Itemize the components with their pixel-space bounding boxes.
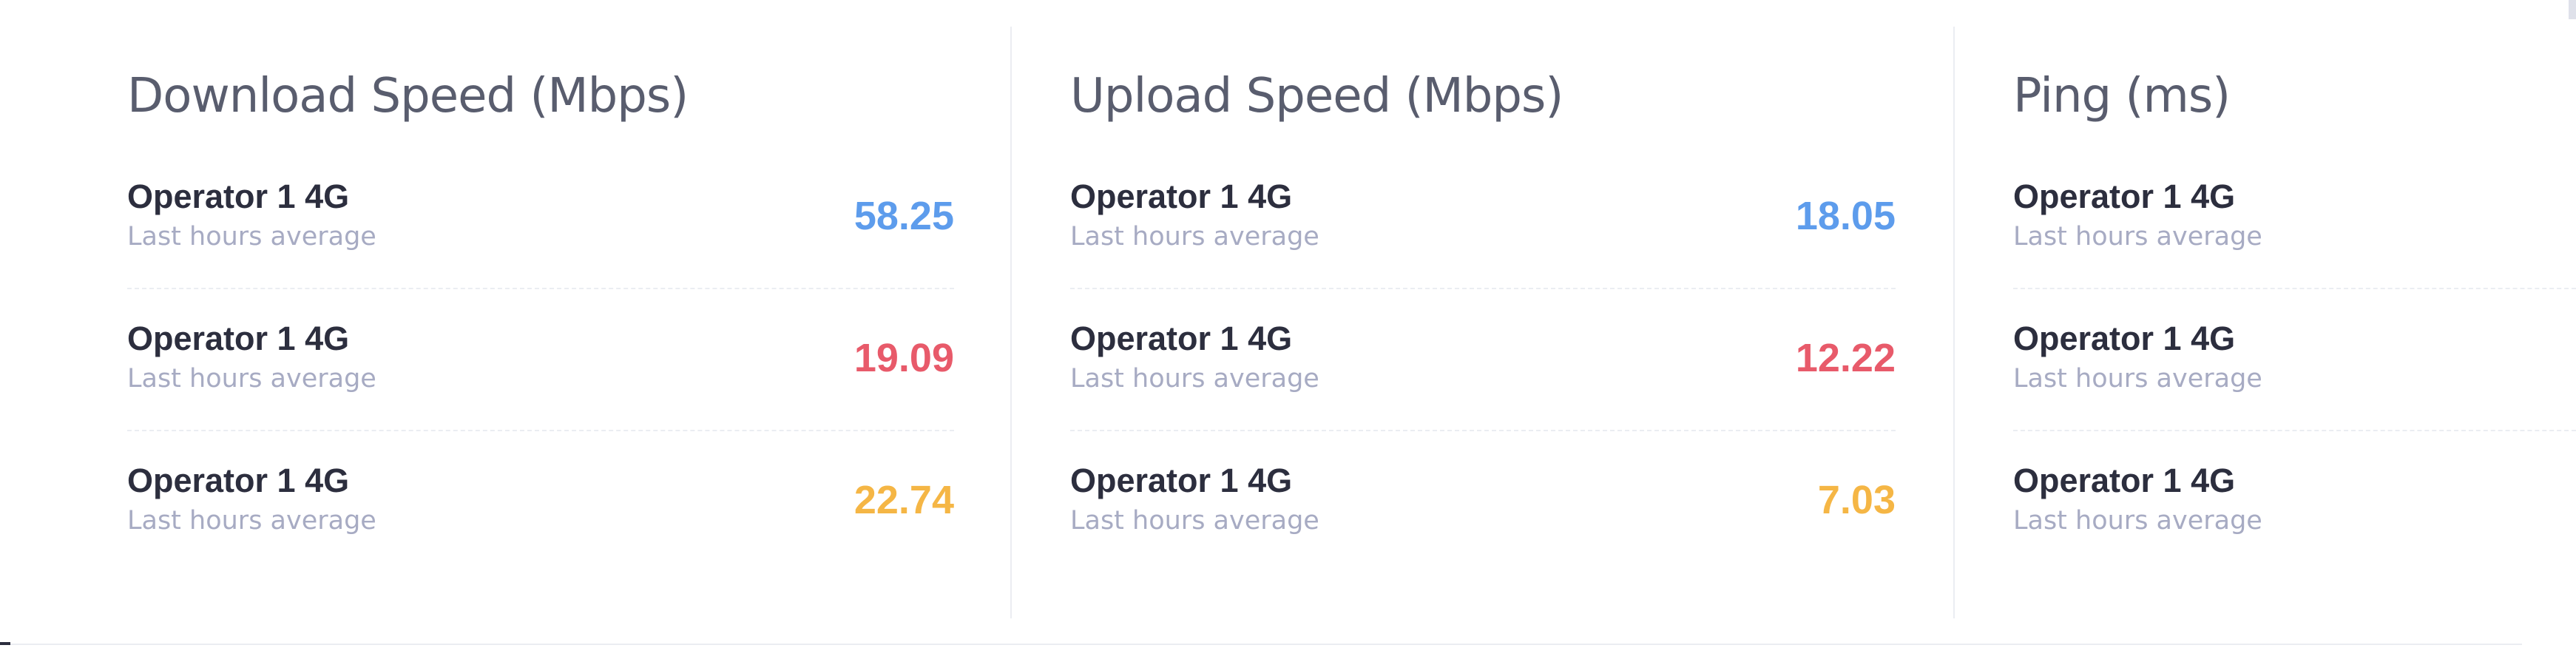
operator-name: Operator 1 4G bbox=[1070, 320, 1293, 357]
operator-description: Last hours average bbox=[2013, 364, 2262, 394]
operator-name: Operator 1 4G bbox=[2013, 462, 2236, 499]
list-item: Operator 1 4G Last hours average 19.09 bbox=[127, 322, 954, 464]
speed-value: 58.25 bbox=[853, 194, 954, 238]
list-item: Operator 1 4G Last hours average 18.05 bbox=[1070, 180, 1896, 322]
list-item: Operator 1 4G Last hours average 58.25 bbox=[127, 180, 954, 322]
list-item: Operator 1 4G Last hours average 12.22 bbox=[1070, 322, 1896, 464]
operator-name: Operator 1 4G bbox=[127, 178, 350, 215]
speed-value: 7.03 bbox=[1817, 478, 1896, 522]
operator-name: Operator 1 4G bbox=[127, 462, 350, 499]
operator-name: Operator 1 4G bbox=[1070, 462, 1293, 499]
speed-value: 22.74 bbox=[853, 478, 954, 522]
operator-description: Last hours average bbox=[1070, 506, 1319, 536]
speed-value: 19.09 bbox=[853, 336, 954, 380]
list-item: Operator 1 4G Last hours average bbox=[2013, 464, 2576, 606]
row-divider bbox=[1070, 288, 1896, 289]
card-bottom-border bbox=[0, 644, 2522, 645]
operator-description: Last hours average bbox=[127, 222, 376, 252]
operator-name: Operator 1 4G bbox=[127, 320, 350, 357]
panel-divider bbox=[1010, 27, 1012, 618]
speed-value: 18.05 bbox=[1795, 194, 1896, 238]
operator-name: Operator 1 4G bbox=[2013, 320, 2236, 357]
row-divider bbox=[2013, 288, 2576, 289]
operator-description: Last hours average bbox=[1070, 364, 1319, 394]
operator-description: Last hours average bbox=[1070, 222, 1319, 252]
row-divider bbox=[2013, 430, 2576, 431]
operator-name: Operator 1 4G bbox=[2013, 178, 2236, 215]
operator-description: Last hours average bbox=[2013, 506, 2262, 536]
scrollbar-thumb[interactable] bbox=[2569, 0, 2576, 19]
operator-description: Last hours average bbox=[127, 364, 376, 394]
operator-name: Operator 1 4G bbox=[1070, 178, 1293, 215]
row-divider bbox=[127, 430, 954, 431]
panel-divider bbox=[1953, 27, 1955, 618]
corner-mark bbox=[0, 642, 10, 645]
download-speed-title: Download Speed (Mbps) bbox=[127, 69, 689, 124]
list-item: Operator 1 4G Last hours average 7.03 bbox=[1070, 464, 1896, 606]
row-divider bbox=[1070, 430, 1896, 431]
operator-description: Last hours average bbox=[2013, 222, 2262, 252]
list-item: Operator 1 4G Last hours average bbox=[2013, 180, 2576, 322]
row-divider bbox=[127, 288, 954, 289]
speed-value: 12.22 bbox=[1795, 336, 1896, 380]
list-item: Operator 1 4G Last hours average bbox=[2013, 322, 2576, 464]
list-item: Operator 1 4G Last hours average 22.74 bbox=[127, 464, 954, 606]
upload-speed-title: Upload Speed (Mbps) bbox=[1070, 69, 1563, 124]
ping-title: Ping (ms) bbox=[2013, 69, 2231, 124]
operator-description: Last hours average bbox=[127, 506, 376, 536]
